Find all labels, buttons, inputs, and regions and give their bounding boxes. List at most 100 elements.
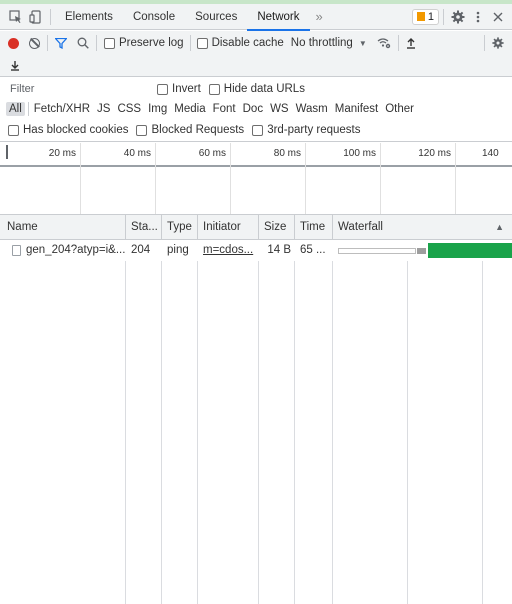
type-filter-css[interactable]: CSS xyxy=(114,102,144,116)
column-header-initiator[interactable]: Initiator xyxy=(198,215,258,240)
clear-icon[interactable] xyxy=(29,37,40,49)
sort-ascending-icon[interactable]: ▲ xyxy=(495,215,504,240)
column-header-type[interactable]: Type xyxy=(162,215,197,240)
settings-gear-icon[interactable] xyxy=(448,7,468,27)
tab-console[interactable]: Console xyxy=(123,4,185,30)
tab-network[interactable]: Network xyxy=(247,4,310,31)
disable-cache-checkbox[interactable] xyxy=(196,37,208,49)
type-filter-wasm[interactable]: Wasm xyxy=(293,102,331,116)
initiator-link[interactable]: m=cdos... xyxy=(203,244,253,256)
tabbar-separator xyxy=(443,8,444,25)
close-icon[interactable] xyxy=(488,7,508,27)
waterfall-gridline xyxy=(407,240,408,604)
record-icon[interactable] xyxy=(8,37,19,49)
type-filter-all[interactable]: All xyxy=(6,102,25,116)
disable-cache-toggle[interactable]: Disable cache xyxy=(196,37,284,49)
type-filter-media[interactable]: Media xyxy=(171,102,208,116)
overview-tick-label: 60 ms xyxy=(198,148,226,159)
type-filter-manifest[interactable]: Manifest xyxy=(332,102,381,116)
overview-tick-label: 120 ms xyxy=(418,148,451,159)
chevron-down-icon: ▼ xyxy=(358,38,367,48)
filter-input[interactable] xyxy=(8,81,153,97)
column-header-waterfall[interactable]: Waterfall xyxy=(333,215,483,240)
blocked-requests-checkbox[interactable] xyxy=(136,124,148,136)
preserve-log-label: Preserve log xyxy=(119,37,184,49)
issues-count: 1 xyxy=(427,10,434,23)
blocked-requests-toggle[interactable]: Blocked Requests xyxy=(136,124,244,136)
overview-gridline xyxy=(230,143,231,214)
more-tabs-button[interactable]: » xyxy=(310,9,329,24)
device-toolbar-icon[interactable] xyxy=(26,7,46,27)
toolbar-separator xyxy=(397,35,399,51)
waterfall-stalled-bar xyxy=(338,248,416,254)
timeline-overview[interactable]: 20 ms 40 ms 60 ms 80 ms 100 ms 120 ms 14… xyxy=(0,143,512,215)
overview-baseline xyxy=(0,165,512,167)
type-filter-doc[interactable]: Doc xyxy=(240,102,266,116)
throttling-value: No throttling xyxy=(290,37,353,49)
hide-data-urls-checkbox[interactable] xyxy=(208,83,220,95)
blocked-requests-label: Blocked Requests xyxy=(151,124,245,136)
overview-gridline xyxy=(455,143,456,214)
wifi-settings-icon[interactable] xyxy=(377,37,391,49)
toolbar-separator xyxy=(189,35,191,51)
column-divider xyxy=(294,215,295,604)
has-blocked-cookies-toggle[interactable]: Has blocked cookies xyxy=(8,124,128,136)
throttling-select[interactable]: No throttling ▼ xyxy=(291,37,367,49)
header-divider xyxy=(161,215,162,240)
requests-table: Name Sta... Type Initiator Size Time Wat… xyxy=(0,215,512,604)
request-status: 204 xyxy=(131,244,151,256)
overview-tick-label: 80 ms xyxy=(273,148,301,159)
column-divider xyxy=(332,215,333,604)
request-time: 65 ... xyxy=(300,244,326,256)
has-blocked-cookies-checkbox[interactable] xyxy=(8,124,19,136)
column-divider xyxy=(197,215,198,604)
tab-elements[interactable]: Elements xyxy=(55,4,123,30)
document-file-icon xyxy=(12,245,21,256)
request-name-cell[interactable]: gen_204?atyp=i&... xyxy=(8,240,125,261)
column-divider xyxy=(125,215,126,604)
waterfall-gridline xyxy=(482,240,483,604)
preserve-log-checkbox[interactable] xyxy=(104,37,115,49)
column-header-status[interactable]: Sta... xyxy=(126,215,161,240)
preserve-log-toggle[interactable]: Preserve log xyxy=(104,37,184,49)
third-party-requests-toggle[interactable]: 3rd-party requests xyxy=(252,124,361,136)
kebab-menu-icon[interactable] xyxy=(468,7,488,27)
overview-tick-label: 100 ms xyxy=(343,148,376,159)
type-filter-other[interactable]: Other xyxy=(382,102,417,116)
filter-icon[interactable] xyxy=(55,37,67,49)
overview-gridline xyxy=(155,143,156,214)
type-filter-js[interactable]: JS xyxy=(94,102,113,116)
header-divider xyxy=(197,215,198,240)
inspect-element-icon[interactable] xyxy=(6,7,26,27)
request-size: 14 B xyxy=(267,244,291,256)
toolbar-separator xyxy=(47,35,48,51)
table-row[interactable]: gen_204?atyp=i&... 204 ping m=cdos... 14… xyxy=(0,240,512,261)
waterfall-download-bar xyxy=(428,243,512,258)
column-divider xyxy=(258,215,259,604)
toolbar-separator xyxy=(96,35,97,51)
tab-sources[interactable]: Sources xyxy=(185,4,247,30)
type-filter-fetch-xhr[interactable]: Fetch/XHR xyxy=(31,102,93,116)
download-icon[interactable] xyxy=(10,60,20,71)
toolbar-separator xyxy=(484,35,485,51)
waterfall-waiting-bar xyxy=(417,248,426,254)
type-filter-ws[interactable]: WS xyxy=(267,102,292,116)
devtools-tabbar: Elements Console Sources Network » 1 xyxy=(0,4,512,31)
invert-checkbox[interactable] xyxy=(157,83,168,95)
header-divider xyxy=(258,215,259,240)
invert-toggle[interactable]: Invert xyxy=(157,83,201,95)
upload-icon[interactable] xyxy=(406,37,416,49)
third-party-requests-checkbox[interactable] xyxy=(252,124,264,136)
issues-badge[interactable]: 1 xyxy=(411,8,439,25)
search-icon[interactable] xyxy=(77,37,89,49)
type-filter-img[interactable]: Img xyxy=(145,102,170,116)
type-filter-font[interactable]: Font xyxy=(210,102,239,116)
request-initiator-cell[interactable]: m=cdos... xyxy=(198,240,258,261)
hide-data-urls-toggle[interactable]: Hide data URLs xyxy=(208,83,305,95)
column-header-name[interactable]: Name xyxy=(2,215,125,240)
column-header-size[interactable]: Size xyxy=(259,215,294,240)
overview-tick-label: 140 xyxy=(482,148,499,159)
column-header-time[interactable]: Time xyxy=(295,215,332,240)
network-settings-gear-icon[interactable] xyxy=(492,37,504,49)
filter-bar: Invert Hide data URLs All Fetch/XHR JS C… xyxy=(0,78,512,142)
